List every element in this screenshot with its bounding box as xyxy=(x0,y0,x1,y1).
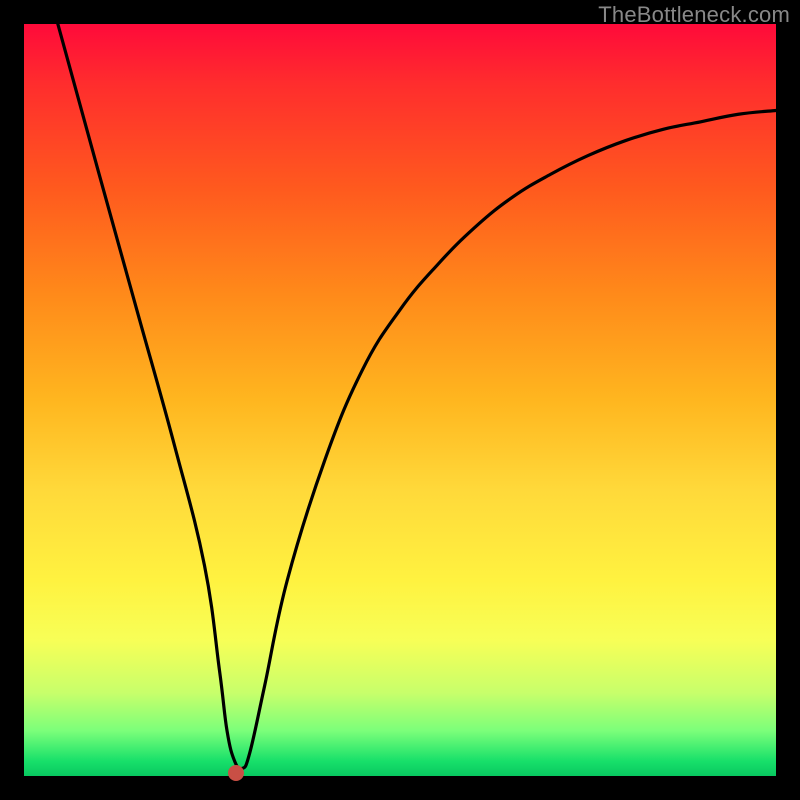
optimal-point-marker xyxy=(228,765,244,781)
chart-frame: TheBottleneck.com xyxy=(0,0,800,800)
bottleneck-curve xyxy=(24,24,776,776)
plot-area xyxy=(24,24,776,776)
